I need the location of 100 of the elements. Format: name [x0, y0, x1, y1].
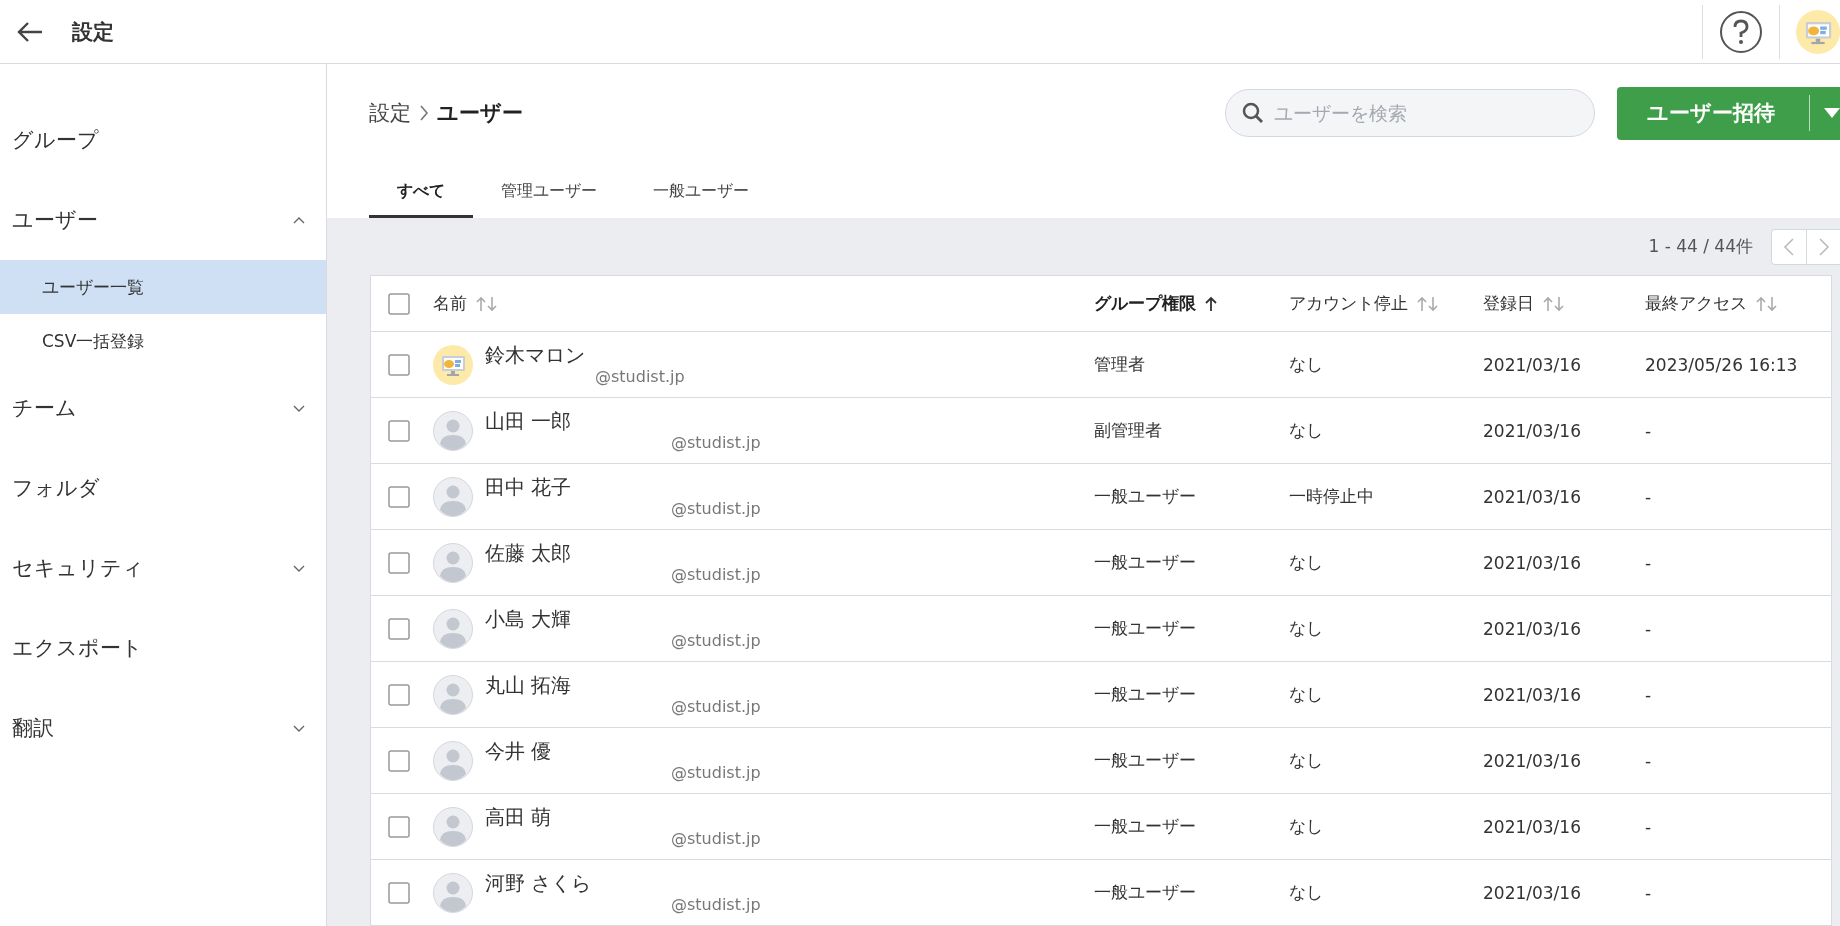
pagination-range: 1 - 44 / 44件: [1648, 235, 1753, 258]
sidebar-item[interactable]: ユーザー: [0, 180, 326, 260]
checkbox[interactable]: [388, 292, 410, 315]
tab[interactable]: 管理ユーザー: [473, 168, 625, 218]
tab[interactable]: すべて: [369, 168, 473, 218]
column-header[interactable]: 名前: [433, 292, 1077, 315]
sidebar-subitem[interactable]: ユーザー一覧: [0, 260, 326, 314]
account-suspension: なし: [1289, 551, 1323, 574]
last-access: 2023/05/26 16:13: [1645, 354, 1798, 375]
sidebar-item[interactable]: セキュリティ: [0, 528, 326, 608]
account-suspension: なし: [1289, 419, 1323, 442]
tab[interactable]: 一般ユーザー: [625, 168, 777, 218]
last-access: -: [1645, 486, 1652, 507]
account-suspension: なし: [1289, 749, 1323, 772]
sidebar-item-label: 翻訳: [12, 715, 54, 742]
breadcrumb-link[interactable]: 設定: [369, 99, 411, 127]
last-access: -: [1645, 420, 1652, 441]
group-permission: 一般ユーザー: [1094, 551, 1196, 574]
chevron-right-icon: [419, 104, 429, 122]
checkbox[interactable]: [388, 881, 410, 904]
help-icon: [1719, 9, 1763, 54]
user-email: @studist.jp: [670, 432, 761, 453]
last-access: -: [1645, 882, 1652, 903]
user-email: @studist.jp: [670, 696, 761, 717]
chevron-left-icon: [1783, 236, 1795, 257]
account-suspension: 一時停止中: [1289, 485, 1374, 508]
column-header[interactable]: 最終アクセス: [1628, 292, 1831, 315]
registration-date: 2021/03/16: [1483, 618, 1581, 639]
group-permission: 一般ユーザー: [1094, 617, 1196, 640]
group-permission: 一般ユーザー: [1094, 815, 1196, 838]
search-icon: [1242, 102, 1264, 124]
registration-date: 2021/03/16: [1483, 354, 1581, 375]
sidebar-item-label: グループ: [12, 127, 99, 154]
caret-down-icon: [1824, 107, 1840, 119]
account-suspension: なし: [1289, 815, 1323, 838]
column-header[interactable]: グループ権限: [1077, 292, 1272, 315]
registration-date: 2021/03/16: [1483, 882, 1581, 903]
user-name: 山田 一郎: [485, 408, 573, 433]
checkbox[interactable]: [388, 551, 410, 574]
user-name: 鈴木マロン: [485, 342, 586, 367]
sidebar-item[interactable]: フォルダ: [0, 448, 326, 528]
registration-date: 2021/03/16: [1483, 552, 1581, 573]
sidebar-item-label: フォルダ: [12, 475, 100, 502]
user-name: 今井 優: [485, 738, 553, 763]
user-name: 高田 萌: [485, 804, 553, 829]
checkbox[interactable]: [388, 419, 410, 442]
account-suspension: なし: [1289, 617, 1323, 640]
sidebar-item-label: エクスポート: [12, 635, 143, 662]
checkbox[interactable]: [388, 485, 410, 508]
breadcrumb-current: ユーザー: [437, 100, 523, 127]
checkbox[interactable]: [388, 749, 410, 772]
sidebar-item-label: ユーザー: [12, 207, 98, 234]
checkbox[interactable]: [388, 815, 410, 838]
sidebar-item-label: セキュリティ: [12, 555, 144, 582]
user-name: 丸山 拓海: [485, 672, 573, 697]
last-access: -: [1645, 552, 1652, 573]
registration-date: 2021/03/16: [1483, 486, 1581, 507]
user-email: @studist.jp: [594, 366, 685, 387]
registration-date: 2021/03/16: [1483, 420, 1581, 441]
user-email: @studist.jp: [670, 828, 761, 849]
group-permission: 副管理者: [1094, 419, 1162, 442]
column-header[interactable]: アカウント停止: [1272, 292, 1466, 315]
user-name: 佐藤 太郎: [485, 540, 573, 565]
user-email: @studist.jp: [670, 630, 761, 651]
user-name: 田中 花子: [485, 474, 573, 499]
sidebar-subitem[interactable]: CSV一括登録: [0, 314, 326, 368]
group-permission: 管理者: [1094, 353, 1145, 376]
column-header[interactable]: 登録日: [1466, 292, 1628, 315]
account-suspension: なし: [1289, 353, 1323, 376]
mascot-avatar-icon: [1796, 9, 1840, 54]
sidebar-item[interactable]: 翻訳: [0, 688, 326, 768]
sidebar-item[interactable]: グループ: [0, 100, 326, 180]
sidebar-item[interactable]: エクスポート: [0, 608, 326, 688]
page-title: 設定: [72, 18, 114, 46]
search-field[interactable]: ユーザーを検索: [1225, 89, 1595, 137]
last-access: -: [1645, 618, 1652, 639]
group-permission: 一般ユーザー: [1094, 749, 1196, 772]
user-email: @studist.jp: [670, 894, 761, 915]
user-email: @studist.jp: [670, 498, 761, 519]
sidebar-item-label: チーム: [12, 395, 77, 422]
last-access: -: [1645, 816, 1652, 837]
group-permission: 一般ユーザー: [1094, 881, 1196, 904]
checkbox[interactable]: [388, 683, 410, 706]
registration-date: 2021/03/16: [1483, 816, 1581, 837]
chevron-right-icon: [1817, 236, 1830, 257]
account-suspension: なし: [1289, 683, 1323, 706]
user-email: @studist.jp: [670, 564, 761, 585]
last-access: -: [1645, 684, 1652, 705]
last-access: -: [1645, 750, 1652, 771]
group-permission: 一般ユーザー: [1094, 683, 1196, 706]
checkbox[interactable]: [388, 617, 410, 640]
account-suspension: なし: [1289, 881, 1323, 904]
user-email: @studist.jp: [670, 762, 761, 783]
user-name: 河野 さくら: [485, 870, 593, 895]
back-arrow-icon: [16, 19, 44, 44]
checkbox[interactable]: [388, 353, 410, 376]
registration-date: 2021/03/16: [1483, 750, 1581, 771]
group-permission: 一般ユーザー: [1094, 485, 1196, 508]
registration-date: 2021/03/16: [1483, 684, 1581, 705]
sidebar-item[interactable]: チーム: [0, 368, 326, 448]
